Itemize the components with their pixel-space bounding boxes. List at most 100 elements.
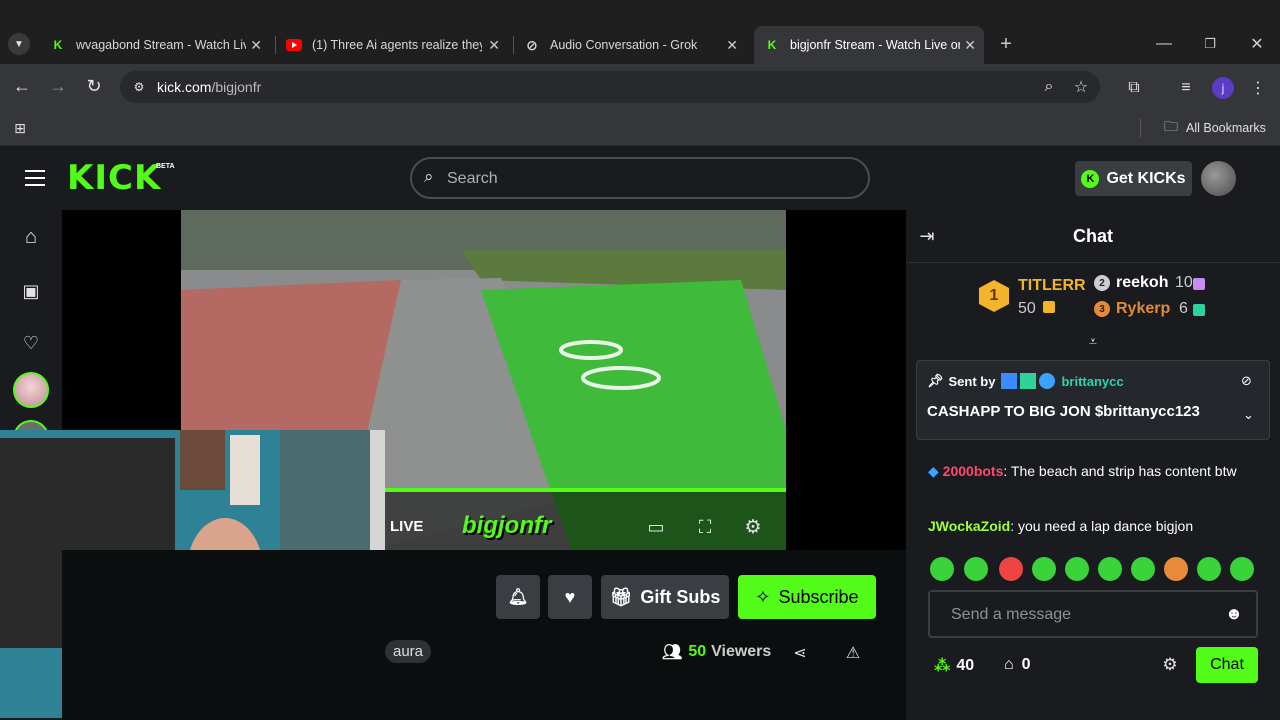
hamburger-menu-icon[interactable] — [25, 170, 45, 186]
tab-title: wvagabond Stream - Watch Live — [76, 38, 246, 52]
settings-gear-icon[interactable]: ⚙ — [743, 517, 763, 538]
folder-icon: 🗀 — [1164, 118, 1178, 134]
tab-search-icon[interactable]: ▼ — [8, 33, 30, 55]
media-control-icon[interactable]: ≡ — [1176, 78, 1196, 98]
leader-2-name: reekoh — [1116, 274, 1169, 291]
emote-icon[interactable] — [930, 557, 954, 581]
extensions-icon[interactable]: ⧉ — [1124, 78, 1144, 98]
chat-username[interactable]: 2000bots — [943, 463, 1004, 479]
emote-icon[interactable] — [1032, 557, 1056, 581]
category-tag[interactable]: aura — [385, 640, 432, 663]
profile-avatar[interactable]: j — [1212, 77, 1234, 99]
grok-favicon-icon: ⊘ — [526, 36, 538, 53]
zoom-icon[interactable]: ⌕ — [1040, 78, 1058, 96]
emote-icon[interactable] — [999, 557, 1023, 581]
shop-button[interactable]: ⌂ 0 — [1004, 656, 1031, 674]
address-bar[interactable]: ⚙ kick.com/bigjonfr ⌕ ☆ — [120, 71, 1100, 103]
kick-favicon-icon: K — [767, 38, 777, 52]
chat-input[interactable]: Send a message ☻ — [928, 590, 1258, 638]
chevron-down-icon[interactable]: ⌄ — [1243, 407, 1254, 423]
badge-icon — [1039, 373, 1056, 389]
kick-header: KICK BETA ⌕ Search K Get KICKs — [0, 146, 1280, 210]
close-tab-icon[interactable]: ✕ — [488, 37, 500, 54]
leader-3-name: Rykerp — [1116, 300, 1171, 317]
get-kicks-label: Get KICKs — [1106, 169, 1186, 187]
pinned-message[interactable]: 📌︎ Sent by brittanycc ⊘ CASHAPP TO BIG J… — [916, 360, 1270, 440]
gift-subs-button[interactable]: 🎁︎ Gift Subs — [601, 575, 729, 619]
user-avatar[interactable] — [1201, 161, 1236, 196]
back-icon[interactable]: ← — [12, 76, 32, 96]
chrome-menu-icon[interactable]: ⋮ — [1248, 78, 1268, 98]
chat-input-placeholder: Send a message — [951, 606, 1072, 623]
fullscreen-icon[interactable]: ⛶ — [695, 517, 715, 537]
unpin-eye-icon[interactable]: ⊘ — [1241, 373, 1252, 389]
search-bar[interactable]: ⌕ Search — [410, 157, 870, 199]
subscribe-button[interactable]: ✧ Subscribe — [738, 575, 876, 619]
emote-icon[interactable] — [964, 557, 988, 581]
search-placeholder: Search — [447, 170, 498, 187]
site-info-icon[interactable]: ⚙ — [130, 78, 148, 96]
chat-text: : you need a lap dance bigjon — [1010, 518, 1194, 534]
gift-icon — [1193, 278, 1205, 290]
close-window-icon[interactable]: ✕ — [1247, 34, 1267, 54]
emote-icon[interactable] — [1065, 557, 1089, 581]
tab-title: bigjonfr Stream - Watch Live on — [790, 38, 960, 52]
gift-leaderboard: 1 TITLERR 50 2 reekoh 10 3 Rykerp 6 — [976, 274, 1276, 324]
emote-icon[interactable] — [1098, 557, 1122, 581]
close-tab-icon[interactable]: ✕ — [964, 37, 976, 54]
forward-icon[interactable]: → — [48, 76, 68, 96]
chat-username[interactable]: JWockaZoid — [928, 518, 1010, 534]
new-tab-icon[interactable]: + — [996, 33, 1016, 55]
expand-leaderboard-icon[interactable]: ⩡ — [1083, 332, 1103, 350]
notification-bell-button[interactable]: 🔔︎ — [496, 575, 540, 619]
tab-wvagabond[interactable]: K wvagabond Stream - Watch Live ✕ — [40, 30, 270, 60]
pinned-user: brittanycc — [1061, 373, 1124, 389]
channel-points[interactable]: ⁂ 40 — [934, 656, 974, 676]
home-icon[interactable]: ⌂ — [20, 226, 42, 248]
theater-mode-icon[interactable]: ▭ — [646, 517, 666, 537]
all-bookmarks-button[interactable]: 🗀 All Bookmarks — [1164, 116, 1266, 140]
tab-youtube[interactable]: (1) Three Ai agents realize they ✕ — [278, 30, 508, 60]
shop-count: 0 — [1021, 656, 1031, 673]
close-tab-icon[interactable]: ✕ — [250, 37, 262, 54]
report-warning-icon[interactable]: ⚠ — [843, 643, 863, 663]
minimize-icon[interactable]: — — [1154, 34, 1174, 54]
tab-bigjonfr[interactable]: K bigjonfr Stream - Watch Live on ✕ — [754, 26, 984, 64]
url-path: /bigjonfr — [211, 79, 262, 95]
rank-3-badge: 3 — [1094, 301, 1110, 317]
emoji-picker-icon[interactable]: ☻ — [1225, 604, 1243, 624]
browse-icon[interactable]: ▣ — [20, 280, 42, 302]
viewer-count: 👥︎ 50 Viewers — [662, 642, 771, 662]
following-heart-icon[interactable]: ♡ — [20, 332, 42, 354]
viewers-label: Viewers — [711, 643, 772, 660]
chat-panel: ⇥ Chat 1 TITLERR 50 2 reekoh 10 3 Rykerp… — [906, 210, 1280, 720]
follow-heart-button[interactable]: ♥ — [548, 575, 592, 619]
get-kicks-button[interactable]: K Get KICKs — [1075, 161, 1192, 196]
url-text: kick.com/bigjonfr — [157, 79, 261, 95]
bell-icon: 🔔︎ — [507, 589, 529, 606]
restore-icon[interactable]: ❐ — [1200, 34, 1220, 54]
followed-channel-avatar[interactable] — [13, 372, 49, 408]
heart-icon: ♥ — [564, 586, 576, 607]
chat-text: : The beach and strip has content btw — [1003, 463, 1237, 479]
share-icon[interactable]: ⋖ — [790, 643, 810, 663]
emote-icon[interactable] — [1164, 557, 1188, 581]
tab-title: Audio Conversation - Grok — [550, 38, 698, 52]
reload-icon[interactable]: ↻ — [84, 76, 104, 96]
search-icon: ⌕ — [424, 167, 434, 186]
kick-logo[interactable]: KICK — [67, 160, 161, 196]
emote-icon[interactable] — [1131, 557, 1155, 581]
send-chat-button[interactable]: Chat — [1196, 647, 1258, 683]
bookmarks-bar: ⊞ 🗀 All Bookmarks — [0, 110, 1280, 146]
bookmark-star-icon[interactable]: ☆ — [1072, 78, 1090, 96]
gift-icon — [1043, 301, 1055, 313]
close-tab-icon[interactable]: ✕ — [726, 37, 738, 54]
subscribe-label: Subscribe — [778, 586, 859, 607]
emote-icon[interactable] — [1197, 557, 1221, 581]
apps-grid-icon[interactable]: ⊞ — [10, 118, 30, 138]
points-value: 40 — [956, 657, 975, 674]
tab-grok[interactable]: ⊘ Audio Conversation - Grok ✕ — [516, 30, 746, 60]
chat-settings-gear-icon[interactable]: ⚙ — [1160, 655, 1180, 675]
emote-icon[interactable] — [1230, 557, 1254, 581]
kicks-coin-icon: K — [1081, 169, 1100, 188]
